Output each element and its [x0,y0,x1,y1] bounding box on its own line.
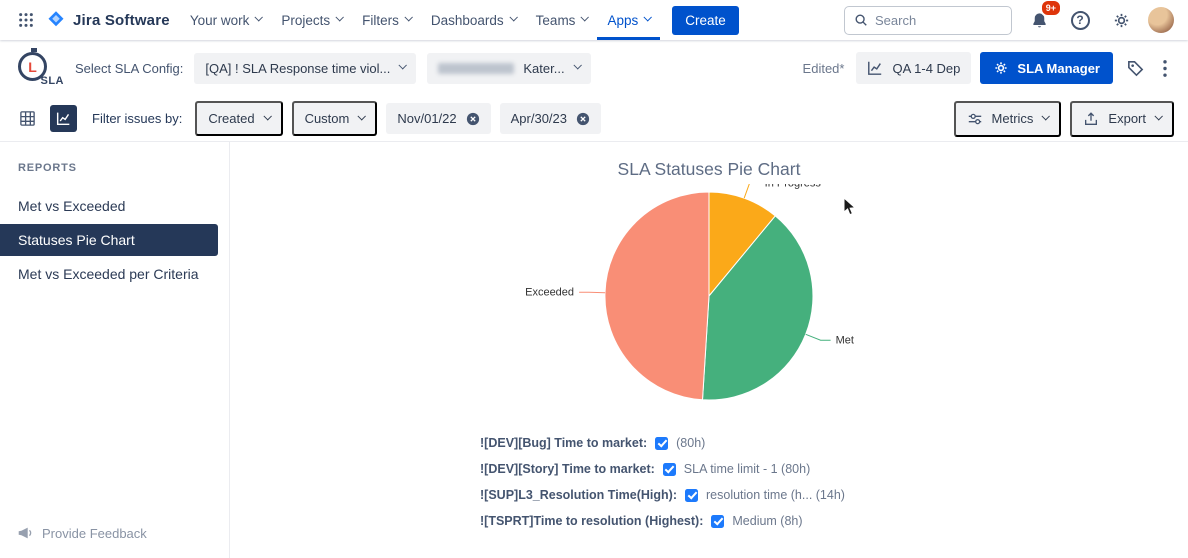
pie-slice-exceeded [605,192,709,400]
clear-date-icon[interactable] [576,112,590,126]
chart-view-toggle[interactable] [50,105,77,132]
chevron-down-icon [336,13,344,21]
chevron-down-icon [509,13,517,21]
chevron-down-icon [644,13,652,21]
pie-slice-label: Met [836,335,854,347]
redacted-text [438,63,514,74]
chevron-down-icon [263,112,271,120]
custom-range-dropdown[interactable]: Custom [292,101,378,136]
sla-statuses-pie-chart: In Progress Met Exceeded [329,184,1089,428]
provide-feedback-link[interactable]: Provide Feedback [16,524,147,542]
create-button[interactable]: Create [672,6,739,35]
gear-icon [993,60,1009,76]
criteria-checkbox[interactable] [663,463,676,476]
select-sla-config-label: Select SLA Config: [75,61,183,76]
pie-leader-line [579,292,605,293]
chevron-down-icon [358,112,366,120]
sla-config-dropdown[interactable]: [QA] ! SLA Response time viol... [194,53,416,84]
navbar-right-cluster: 9+ ? [844,6,1174,35]
main-navigation: Your work Projects Filters Dashboards Te… [180,0,660,40]
user-avatar[interactable] [1148,7,1174,33]
nav-apps[interactable]: Apps [597,0,660,40]
nav-projects[interactable]: Projects [271,0,352,40]
nav-your-work[interactable]: Your work [180,0,272,40]
sidebar-item-statuses-pie-chart[interactable]: Statuses Pie Chart [0,224,218,256]
chevron-down-icon [404,13,412,21]
nav-teams[interactable]: Teams [526,0,598,40]
criteria-checkbox[interactable] [685,489,698,502]
criteria-legend: ![DEV][Bug] Time to market: (80h) ![DEV]… [480,430,1188,534]
criteria-row: ![DEV][Bug] Time to market: (80h) [480,430,1188,456]
sla-owner-dropdown[interactable]: Kater... [427,53,590,84]
criteria-checkbox[interactable] [711,515,724,528]
filter-bar-right-cluster: Metrics Export [954,101,1174,137]
chevron-down-icon [255,13,263,21]
chevron-down-icon [573,61,581,69]
megaphone-icon [16,524,34,542]
chevron-down-icon [399,61,407,69]
jira-logo[interactable]: Jira Software [46,10,170,30]
notification-badge: 9+ [1040,0,1062,17]
chevron-down-icon [581,13,589,21]
filter-issues-label: Filter issues by: [92,111,182,126]
sla-app-logo: L SLA [16,50,64,86]
sliders-icon [967,111,983,127]
export-button[interactable]: Export [1070,101,1174,137]
reports-header: REPORTS [0,162,229,174]
filter-bar: Filter issues by: Created Custom Nov/01/… [0,96,1188,142]
criteria-checkbox[interactable] [655,437,668,450]
config-bar-right-cluster: Edited* QA 1-4 Dep SLA Manager [803,52,1172,84]
created-dropdown[interactable]: Created [195,101,282,136]
metrics-button[interactable]: Metrics [954,101,1062,137]
clear-date-icon[interactable] [466,112,480,126]
help-icon[interactable]: ? [1066,6,1094,34]
edited-status-label: Edited* [803,61,845,76]
app-switcher-icon[interactable] [12,6,40,34]
report-main: SLA Statuses Pie Chart In Progress Met Exc… [230,142,1188,558]
settings-gear-icon[interactable] [1107,6,1135,34]
chart-title: SLA Statuses Pie Chart [230,158,1188,180]
search-icon [854,13,868,27]
sidebar-item-met-vs-exceeded[interactable]: Met vs Exceeded [0,190,229,222]
reports-sidebar: REPORTS Met vs Exceeded Statuses Pie Cha… [0,142,230,558]
date-to-chip[interactable]: Apr/30/23 [500,103,601,134]
qa-dep-button[interactable]: QA 1-4 Dep [856,52,971,84]
nav-dashboards[interactable]: Dashboards [421,0,526,40]
search-box[interactable] [844,6,1012,35]
pie-slice-label: Exceeded [525,287,574,299]
sidebar-item-met-vs-exceeded-per-criteria[interactable]: Met vs Exceeded per Criteria [0,258,229,290]
brand-title: Jira Software [73,12,170,29]
criteria-row: ![SUP]L3_Resolution Time(High): resoluti… [480,482,1188,508]
search-input[interactable] [875,13,1002,28]
sla-manager-button[interactable]: SLA Manager [980,52,1113,84]
export-icon [1083,111,1099,127]
date-from-chip[interactable]: Nov/01/22 [386,103,490,134]
pie-slice-label: In Progress [765,184,822,190]
line-chart-icon [867,60,883,76]
tag-label-icon[interactable] [1122,55,1149,82]
pie-leader-line [744,184,759,198]
content-area: REPORTS Met vs Exceeded Statuses Pie Cha… [0,142,1188,558]
top-navbar: Jira Software Your work Projects Filters… [0,0,1188,40]
nav-filters[interactable]: Filters [352,0,421,40]
chevron-down-icon [1154,112,1162,120]
notifications-bell-icon[interactable]: 9+ [1025,6,1053,34]
jira-logo-icon [46,10,66,30]
criteria-row: ![DEV][Story] Time to market: SLA time l… [480,456,1188,482]
pie-leader-line [806,334,831,340]
sla-config-bar: L SLA Select SLA Config: [QA] ! SLA Resp… [0,40,1188,96]
more-options-kebab-icon[interactable] [1158,55,1172,82]
chevron-down-icon [1042,112,1050,120]
table-view-toggle[interactable] [14,105,41,132]
criteria-row: ![TSPRT]Time to resolution (Highest): Me… [480,508,1188,534]
